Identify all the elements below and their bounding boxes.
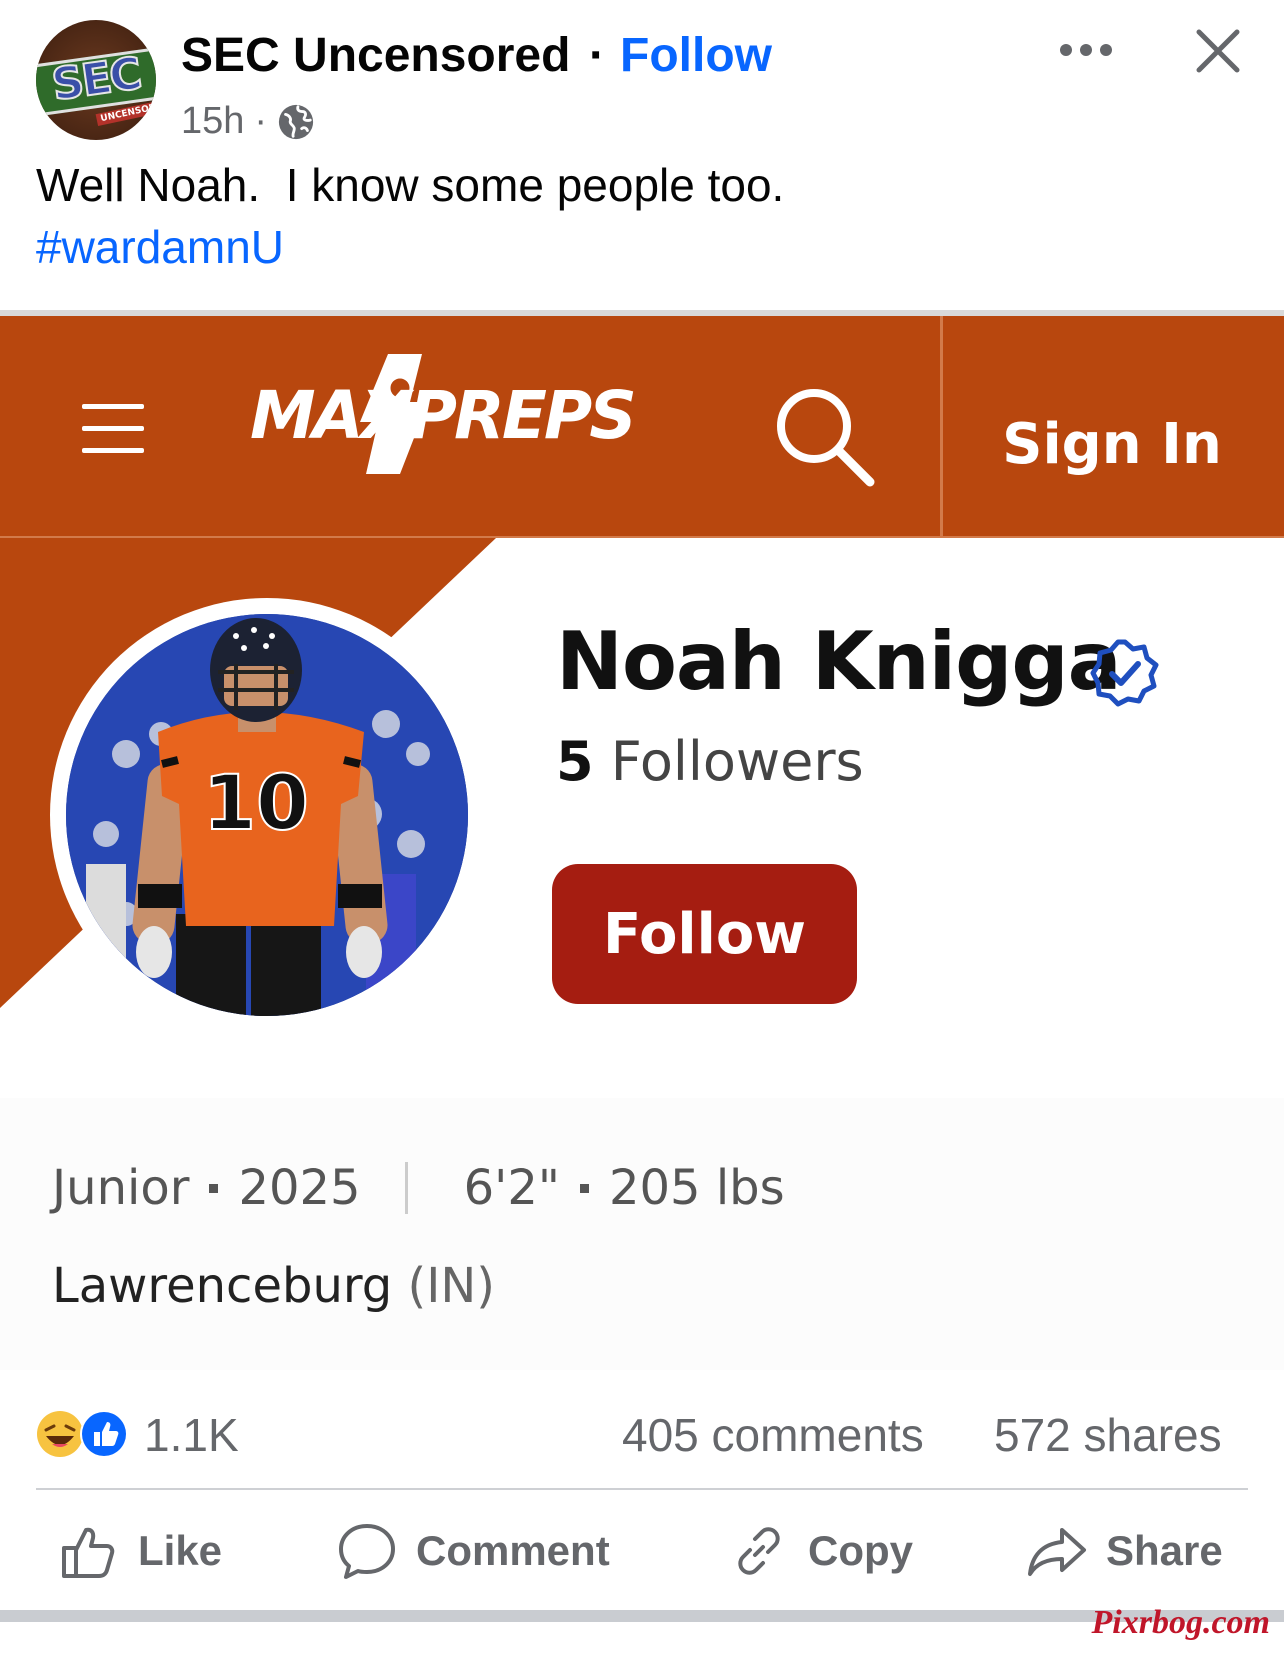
engagement-bar: 1.1K 405 comments 572 shares bbox=[0, 1372, 1284, 1490]
player-photo: 10 bbox=[50, 598, 484, 1032]
reaction-count[interactable]: 1.1K bbox=[144, 1408, 239, 1462]
player-hometown: Lawrenceburg (IN) bbox=[52, 1258, 495, 1314]
verified-icon bbox=[1090, 639, 1159, 707]
comments-count[interactable]: 405 comments bbox=[622, 1408, 924, 1462]
action-divider bbox=[36, 1488, 1248, 1490]
share-label: Share bbox=[1106, 1527, 1223, 1574]
haha-icon bbox=[37, 1411, 83, 1457]
watermark: Pixrbog.com bbox=[1091, 1604, 1270, 1641]
hometown-state: (IN) bbox=[407, 1258, 495, 1314]
player-weight: 205 lbs bbox=[608, 1160, 785, 1216]
close-icon[interactable] bbox=[1195, 28, 1241, 74]
hashtag-link[interactable]: #wardamnU bbox=[36, 220, 284, 274]
post-image[interactable]: MAXPREPS Sign In 10 Noah Knigga 5 Follow… bbox=[0, 310, 1284, 1370]
player-height: 6'2" bbox=[463, 1160, 560, 1216]
share-button[interactable]: Share bbox=[1026, 1516, 1223, 1586]
maxpreps-logo: MAXPREPS bbox=[250, 354, 637, 474]
followers-label: Followers bbox=[610, 730, 864, 793]
like-label: Like bbox=[138, 1527, 223, 1574]
class-year: 2025 bbox=[238, 1160, 361, 1216]
page-name[interactable]: SEC Uncensored bbox=[181, 28, 570, 83]
menu-icon bbox=[82, 404, 144, 456]
action-bar: Like Comment Copy Share bbox=[0, 1500, 1284, 1600]
maxpreps-navbar: MAXPREPS Sign In bbox=[0, 316, 1284, 539]
followers-number: 5 bbox=[556, 730, 594, 793]
like-reaction-icon bbox=[80, 1410, 128, 1458]
player-name: Noah Knigga bbox=[556, 615, 1122, 708]
reaction-icons[interactable] bbox=[34, 1408, 134, 1460]
page-avatar[interactable]: SEC UNCENSORED bbox=[36, 20, 156, 140]
stats-divider bbox=[404, 1162, 408, 1214]
post-header: SEC UNCENSORED SEC Uncensored · Follow 1… bbox=[0, 0, 1284, 310]
followers-count: 5 Followers bbox=[556, 730, 864, 793]
meta-separator: · bbox=[254, 100, 268, 142]
class-label: Junior bbox=[52, 1160, 190, 1216]
comment-label: Comment bbox=[416, 1527, 610, 1574]
player-photo-art: 10 bbox=[66, 614, 468, 1016]
name-separator: · bbox=[589, 29, 605, 82]
player-follow-button: Follow bbox=[552, 864, 857, 1004]
copy-label: Copy bbox=[808, 1527, 913, 1574]
copy-button[interactable]: Copy bbox=[728, 1516, 913, 1586]
post-time[interactable]: 15h bbox=[181, 100, 244, 143]
search-icon bbox=[777, 389, 875, 487]
sign-in-button: Sign In bbox=[1002, 412, 1222, 477]
share-icon bbox=[1028, 1528, 1086, 1576]
post-text: Well Noah. I know some people too. bbox=[36, 159, 785, 211]
shares-count[interactable]: 572 shares bbox=[994, 1408, 1222, 1462]
maxpreps-logo-text: MAXPREPS bbox=[250, 377, 634, 454]
player-info-card: Junior 2025 6'2" 205 lbs Lawrenceburg (IN) bbox=[0, 1098, 1284, 1370]
more-icon[interactable] bbox=[1058, 38, 1114, 62]
jersey-number: 10 bbox=[203, 758, 309, 847]
follow-page-link[interactable]: Follow bbox=[620, 28, 772, 83]
like-button[interactable]: Like bbox=[58, 1516, 222, 1586]
player-stats: Junior 2025 6'2" 205 lbs bbox=[52, 1160, 785, 1216]
comment-icon bbox=[339, 1524, 395, 1579]
thumbs-up-icon bbox=[62, 1527, 115, 1578]
link-icon bbox=[738, 1527, 780, 1575]
comment-button[interactable]: Comment bbox=[336, 1516, 610, 1586]
globe-icon bbox=[278, 104, 314, 139]
hometown-city: Lawrenceburg bbox=[52, 1258, 393, 1314]
post-meta: 15h · bbox=[181, 100, 315, 143]
avatar-logo-letters: SEC bbox=[48, 47, 144, 112]
